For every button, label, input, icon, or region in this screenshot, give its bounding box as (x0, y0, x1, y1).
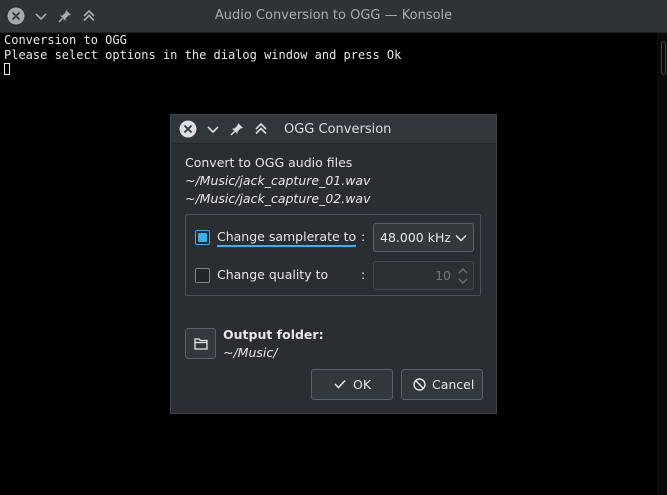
output-folder-label: Output folder: (223, 327, 324, 342)
terminal-cursor (4, 63, 10, 75)
samplerate-separator: : (361, 229, 366, 244)
file-path: ~/Music/jack_capture_02.wav (185, 191, 371, 206)
quality-label[interactable]: Change quality to (217, 267, 328, 282)
dialog-title: OGG Conversion (284, 122, 392, 137)
samplerate-label[interactable]: Change samplerate to (217, 229, 357, 247)
quality-spinbox[interactable]: 10 (373, 261, 474, 290)
ok-button[interactable]: OK (311, 369, 393, 400)
scrollbar-track[interactable] (657, 33, 667, 495)
samplerate-value: 48.000 kHz (380, 230, 451, 245)
window-titlebar: Audio Conversion to OGG — Konsole (0, 0, 667, 33)
folder-icon (194, 338, 208, 350)
samplerate-checkbox[interactable] (195, 230, 210, 245)
keep-above-icon (255, 122, 267, 135)
dialog-close-button[interactable] (179, 120, 197, 138)
dialog-titlebar: OGG Conversion (171, 115, 496, 144)
select-folder-button[interactable] (185, 328, 216, 359)
cancel-icon (413, 378, 426, 391)
cancel-button-label: Cancel (432, 377, 475, 392)
spin-arrows-icon[interactable] (458, 266, 468, 286)
ogg-conversion-dialog: OGG Conversion Convert to OGG audio file… (170, 114, 497, 414)
close-icon (179, 120, 197, 138)
scrollbar-handle[interactable] (661, 41, 666, 75)
ok-button-label: OK (353, 377, 372, 392)
quality-separator: : (361, 267, 366, 282)
chevron-down-icon (207, 126, 219, 134)
quality-value: 10 (435, 268, 451, 283)
output-folder-path: ~/Music/ (223, 345, 278, 360)
samplerate-select[interactable]: 48.000 kHz (373, 223, 474, 252)
options-group: Change samplerate to : 48.000 kHz Change… (185, 214, 481, 296)
cancel-button[interactable]: Cancel (401, 369, 483, 400)
quality-checkbox[interactable] (195, 268, 210, 283)
dialog-heading: Convert to OGG audio files (185, 155, 353, 170)
checkmark-icon (334, 379, 346, 389)
dialog-pin-button[interactable] (228, 120, 246, 138)
window-title: Audio Conversion to OGG — Konsole (214, 8, 453, 23)
file-path: ~/Music/jack_capture_01.wav (185, 173, 371, 188)
terminal-line: Please select options in the dialog wind… (4, 48, 402, 62)
terminal-line: Conversion to OGG (4, 33, 127, 47)
dialog-keep-above-button[interactable] (252, 120, 270, 138)
pin-icon (230, 123, 243, 136)
chevron-down-icon (455, 234, 467, 242)
dialog-menu-button[interactable] (204, 120, 222, 138)
